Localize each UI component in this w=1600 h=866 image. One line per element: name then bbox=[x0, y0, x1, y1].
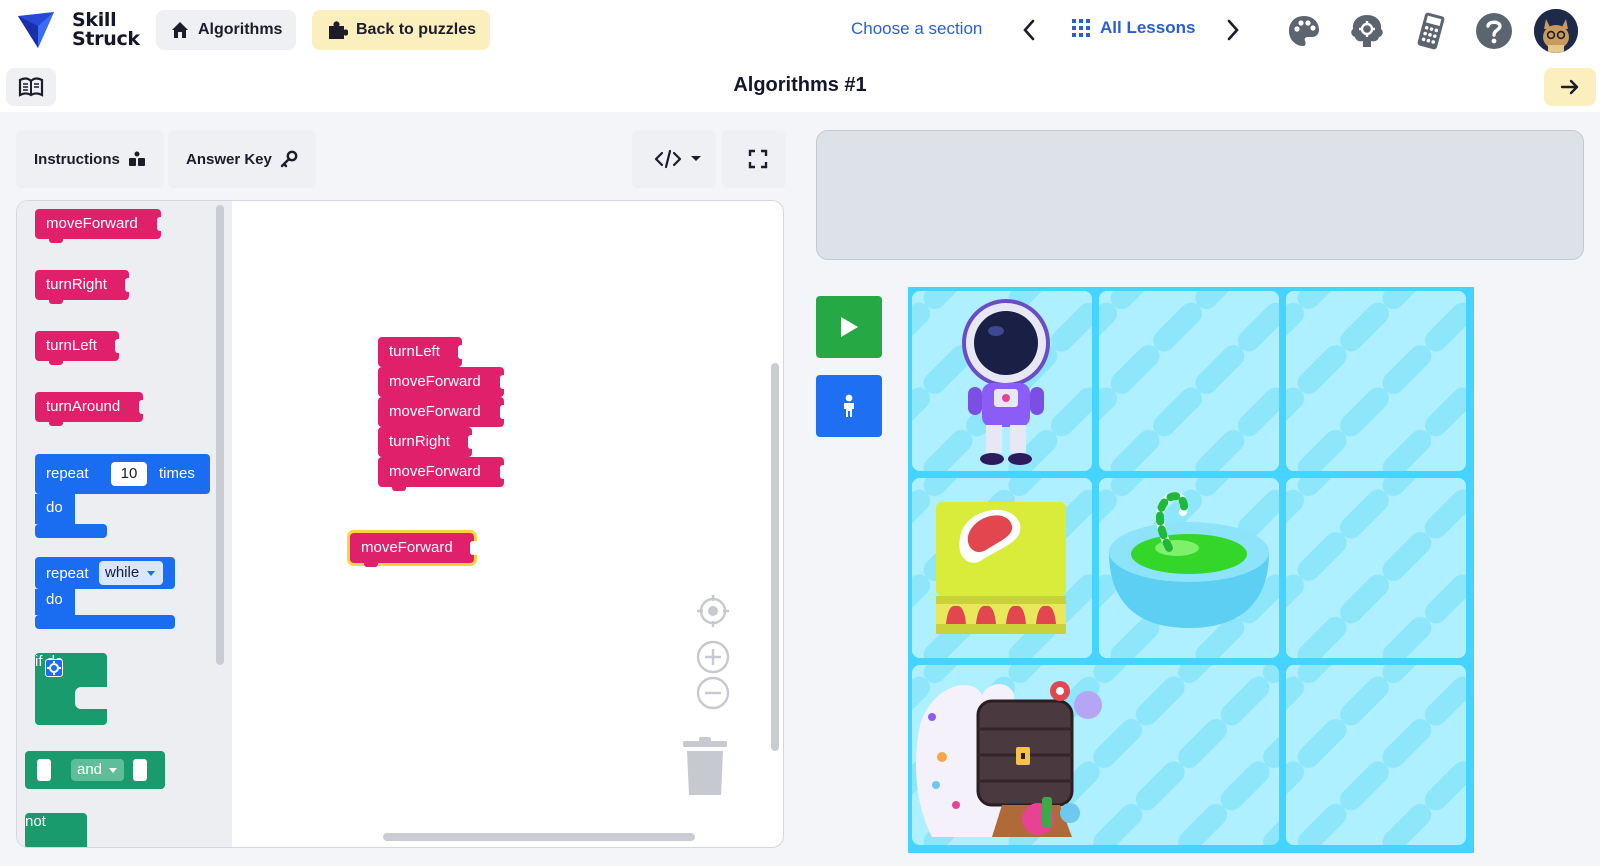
toolbox-block-if[interactable]: if do bbox=[35, 653, 107, 725]
answer-key-button[interactable]: Answer Key bbox=[168, 130, 316, 188]
toolbox-block-turn-right[interactable]: turnRight bbox=[35, 270, 133, 304]
key-icon bbox=[280, 150, 298, 168]
answer-key-label: Answer Key bbox=[186, 150, 272, 168]
blockly-workspace[interactable]: moveForward turnRight turnLeft turnAroun… bbox=[16, 200, 784, 848]
algorithms-label: Algorithms bbox=[198, 21, 283, 38]
fullscreen-button[interactable] bbox=[722, 130, 786, 188]
block-toolbox: moveForward turnRight turnLeft turnAroun… bbox=[17, 201, 232, 847]
repeat-count-input[interactable]: 10 bbox=[111, 462, 147, 486]
toolbox-block-move-forward[interactable]: moveForward bbox=[35, 209, 165, 243]
toolbox-block-not[interactable]: not bbox=[25, 813, 87, 847]
do-label: do bbox=[46, 499, 63, 516]
fullscreen-icon bbox=[748, 149, 768, 169]
while-option: while bbox=[105, 564, 140, 581]
trash-icon[interactable] bbox=[681, 737, 729, 797]
grid-cell-astronaut bbox=[912, 291, 1092, 471]
toolbox-block-and[interactable]: and bbox=[25, 751, 165, 789]
brand-name: Skill Struck bbox=[72, 11, 140, 49]
play-icon bbox=[841, 317, 858, 337]
grid-cell-empty bbox=[1286, 478, 1466, 658]
toolbox-block-repeat-times[interactable]: repeat 10 times bbox=[35, 454, 210, 494]
grid-cell-empty bbox=[1286, 665, 1466, 845]
skillstruck-logo[interactable]: Skill Struck bbox=[16, 10, 140, 50]
caret-down-icon bbox=[147, 571, 156, 576]
zoom-out-icon[interactable] bbox=[695, 675, 731, 711]
workspace-horizontal-scrollbar[interactable] bbox=[383, 833, 695, 841]
instructions-label: Instructions bbox=[34, 150, 120, 168]
all-lessons-button[interactable]: All Lessons bbox=[1072, 18, 1195, 38]
selected-loose-block[interactable]: moveForward bbox=[350, 533, 478, 567]
and-dropdown[interactable]: and bbox=[71, 759, 125, 781]
and-option: and bbox=[77, 761, 103, 778]
repeat-while-foot bbox=[35, 615, 175, 629]
not-label: not bbox=[25, 813, 46, 830]
calculator-icon[interactable] bbox=[1410, 10, 1452, 52]
while-dropdown[interactable]: while bbox=[99, 561, 164, 585]
step-button[interactable] bbox=[816, 375, 882, 437]
chevron-left-icon[interactable] bbox=[1016, 16, 1044, 44]
workspace-block[interactable]: turnLeft bbox=[378, 337, 466, 371]
arrow-right-icon bbox=[1560, 79, 1579, 95]
skillstruck-logo-icon bbox=[18, 12, 54, 48]
toolbox-scrollbar[interactable] bbox=[216, 205, 224, 665]
back-to-puzzles-button[interactable]: Back to puzzles bbox=[312, 10, 491, 50]
and-right-input bbox=[133, 759, 147, 781]
workspace-block[interactable]: moveForward bbox=[378, 367, 508, 401]
page-title: Algorithms #1 bbox=[733, 74, 867, 96]
times-label: times bbox=[159, 465, 195, 482]
next-lesson-button[interactable] bbox=[1544, 68, 1596, 106]
grid-icon bbox=[1072, 19, 1090, 37]
and-left-input bbox=[37, 759, 51, 781]
recenter-icon[interactable] bbox=[695, 593, 731, 629]
repeat-do-arm: do bbox=[35, 494, 75, 524]
palette-icon[interactable] bbox=[1283, 10, 1325, 52]
toolbox-block-turn-left[interactable]: turnLeft bbox=[35, 331, 123, 365]
chevron-right-icon[interactable] bbox=[1218, 16, 1246, 44]
grid-cell-slime-bowl bbox=[1099, 478, 1279, 658]
title-row: Algorithms #1 bbox=[0, 62, 1600, 112]
grid-cell-treasure-chest bbox=[912, 665, 1279, 845]
if-statement-notch bbox=[75, 687, 107, 709]
workspace-block[interactable]: turnRight bbox=[378, 427, 476, 461]
workspace-vertical-scrollbar[interactable] bbox=[771, 363, 779, 751]
help-icon[interactable] bbox=[1473, 10, 1515, 52]
gear-icon[interactable] bbox=[45, 659, 63, 677]
top-nav-bar: Skill Struck Algorithms Back to puzzles … bbox=[0, 0, 1600, 62]
output-console bbox=[816, 130, 1584, 260]
instructions-icon bbox=[128, 151, 145, 166]
puzzle-icon bbox=[329, 21, 348, 39]
run-button[interactable] bbox=[816, 296, 882, 358]
instructions-button[interactable]: Instructions bbox=[16, 130, 164, 188]
all-lessons-label: All Lessons bbox=[1100, 18, 1196, 37]
brand-line-2: Struck bbox=[72, 28, 140, 50]
toolbox-block-repeat-while[interactable]: repeat while bbox=[35, 557, 175, 589]
repeat-foot bbox=[35, 524, 107, 538]
grid-cell-empty bbox=[1099, 291, 1279, 471]
choose-section-link[interactable]: Choose a section bbox=[851, 19, 982, 39]
caret-down-icon bbox=[109, 768, 118, 773]
puzzle-grid bbox=[908, 287, 1474, 853]
repeat-label: repeat bbox=[46, 465, 89, 482]
repeat-while-label: repeat bbox=[46, 565, 89, 582]
brain-icon[interactable] bbox=[1346, 10, 1388, 52]
workspace-block[interactable]: moveForward bbox=[378, 457, 508, 491]
repeat-while-do-arm: do bbox=[35, 589, 75, 615]
grid-cell-empty bbox=[1286, 291, 1466, 471]
toolbox-block-turn-around[interactable]: turnAround bbox=[35, 392, 147, 426]
grid-cell-cake bbox=[912, 478, 1092, 658]
zoom-in-icon[interactable] bbox=[695, 639, 731, 675]
workspace-block[interactable]: moveForward bbox=[378, 397, 508, 431]
code-view-dropdown[interactable] bbox=[632, 130, 716, 188]
back-to-puzzles-label: Back to puzzles bbox=[356, 21, 477, 38]
code-icon bbox=[654, 149, 682, 169]
do-label: do bbox=[46, 591, 63, 608]
person-icon bbox=[844, 394, 854, 417]
home-icon bbox=[172, 22, 188, 38]
cat-avatar-icon bbox=[1534, 9, 1578, 53]
caret-down-icon bbox=[691, 156, 701, 161]
user-avatar[interactable] bbox=[1534, 9, 1578, 53]
algorithms-button[interactable]: Algorithms bbox=[156, 10, 297, 50]
strawberry-cake bbox=[936, 502, 1066, 634]
if-label: if bbox=[35, 653, 43, 670]
